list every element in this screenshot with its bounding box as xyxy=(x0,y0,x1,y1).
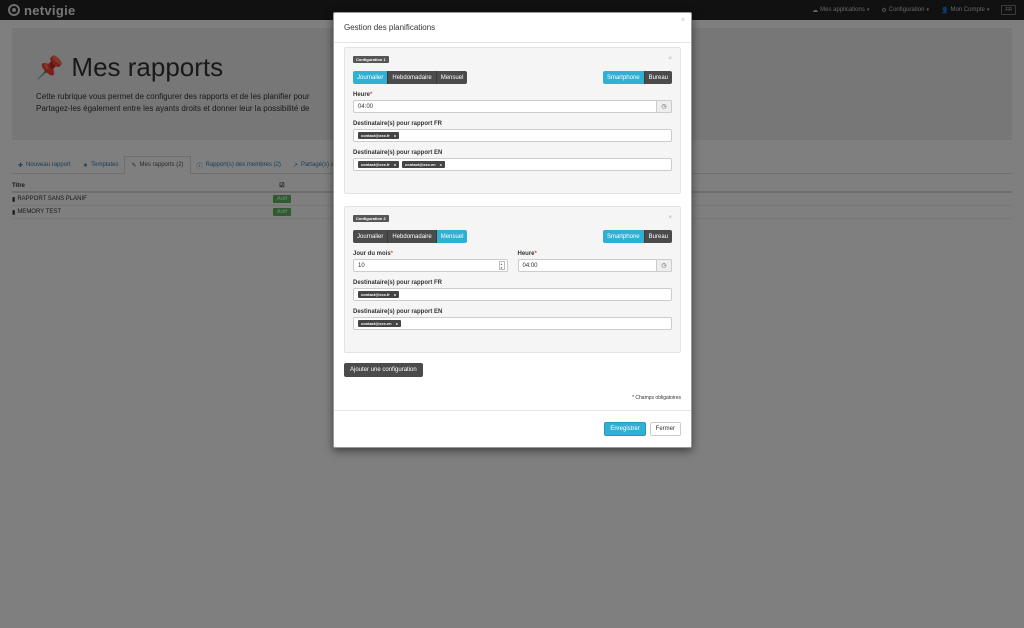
recipient-tag: contact@xxx.en x xyxy=(402,161,445,168)
modal-footer: Enregistrer Fermer xyxy=(334,410,691,447)
device-selector: Smartphone Bureau xyxy=(602,71,672,84)
configuration-badge: Configuration 3 xyxy=(353,215,389,222)
recipient-tag: contact@xxx.en x xyxy=(358,320,401,327)
recipients-en-input[interactable]: contact@xxx.en x xyxy=(353,317,672,330)
freq-monthly-button[interactable]: Mensuel xyxy=(436,230,468,243)
hour-input[interactable]: 04:00 ◷ xyxy=(353,100,672,113)
hour-label: Heure* xyxy=(517,251,537,257)
tag-remove-icon[interactable]: x xyxy=(394,292,396,297)
hour-value: 04:00 xyxy=(358,103,374,110)
freq-weekly-button[interactable]: Hebdomadaire xyxy=(388,71,437,84)
device-selector: Smartphone Bureau xyxy=(602,230,672,243)
recipients-fr-label: Destinataire(s) pour rapport FR xyxy=(353,121,443,127)
freq-monthly-button[interactable]: Mensuel xyxy=(436,71,468,84)
day-of-month-label: Jour du mois* xyxy=(353,251,394,257)
configuration-badge: Configuration 1 xyxy=(353,56,389,63)
day-of-month-input[interactable]: 10 ▲ ▼ xyxy=(353,259,508,272)
recipients-fr-input[interactable]: contact@xxx.fr x xyxy=(353,288,672,301)
configuration-panel-1: Configuration 1 × Journalier Hebdomadair… xyxy=(344,47,681,194)
tag-remove-icon[interactable]: x xyxy=(396,321,398,326)
clock-icon[interactable]: ◷ xyxy=(656,100,672,113)
freq-weekly-button[interactable]: Hebdomadaire xyxy=(388,230,437,243)
tag-remove-icon[interactable]: x xyxy=(394,162,396,167)
modal-header: Gestion des planifications × xyxy=(334,13,691,43)
device-smartphone-button[interactable]: Smartphone xyxy=(602,230,645,243)
spinner-arrows-icon[interactable]: ▲ ▼ xyxy=(498,261,505,270)
device-smartphone-button[interactable]: Smartphone xyxy=(602,71,645,84)
tag-remove-icon[interactable]: x xyxy=(394,133,396,138)
configuration-panel-3: Configuration 3 × Journalier Hebdomadair… xyxy=(344,206,681,353)
recipient-tag: contact@xxx.fr x xyxy=(358,161,400,168)
freq-daily-button[interactable]: Journalier xyxy=(353,230,389,243)
hour-label: Heure* xyxy=(353,92,373,98)
frequency-selector: Journalier Hebdomadaire Mensuel xyxy=(353,71,468,84)
add-configuration-button[interactable]: Ajouter une configuration xyxy=(344,363,423,377)
freq-daily-button[interactable]: Journalier xyxy=(353,71,389,84)
clock-icon[interactable]: ◷ xyxy=(656,259,672,272)
modal-title: Gestion des planifications xyxy=(344,23,436,32)
modal-close-icon[interactable]: × xyxy=(681,17,685,24)
hour-input[interactable]: 04:00 ◷ xyxy=(517,259,672,272)
recipient-tag: contact@xxx.fr x xyxy=(358,132,400,139)
required-fields-note: * Champs obligatoires xyxy=(632,395,681,401)
tag-remove-icon[interactable]: x xyxy=(440,162,442,167)
recipients-en-label: Destinataire(s) pour rapport EN xyxy=(353,150,443,156)
frequency-selector: Journalier Hebdomadaire Mensuel xyxy=(353,230,468,243)
remove-configuration-icon[interactable]: × xyxy=(668,56,672,62)
device-desktop-button[interactable]: Bureau xyxy=(644,71,672,84)
day-value: 10 xyxy=(358,262,365,269)
recipients-en-input[interactable]: contact@xxx.fr x contact@xxx.en x xyxy=(353,158,672,171)
hour-value: 04:00 xyxy=(522,262,538,269)
remove-configuration-icon[interactable]: × xyxy=(668,215,672,221)
recipient-tag: contact@xxx.fr x xyxy=(358,291,400,298)
recipients-en-label: Destinataire(s) pour rapport EN xyxy=(353,309,443,315)
modal-body: Configuration 1 × Journalier Hebdomadair… xyxy=(334,43,691,411)
schedule-modal: Gestion des planifications × Configurati… xyxy=(333,12,692,448)
device-desktop-button[interactable]: Bureau xyxy=(644,230,672,243)
recipients-fr-label: Destinataire(s) pour rapport FR xyxy=(353,280,443,286)
recipients-fr-input[interactable]: contact@xxx.fr x xyxy=(353,129,672,142)
save-button[interactable]: Enregistrer xyxy=(604,422,646,436)
close-button[interactable]: Fermer xyxy=(649,422,681,436)
